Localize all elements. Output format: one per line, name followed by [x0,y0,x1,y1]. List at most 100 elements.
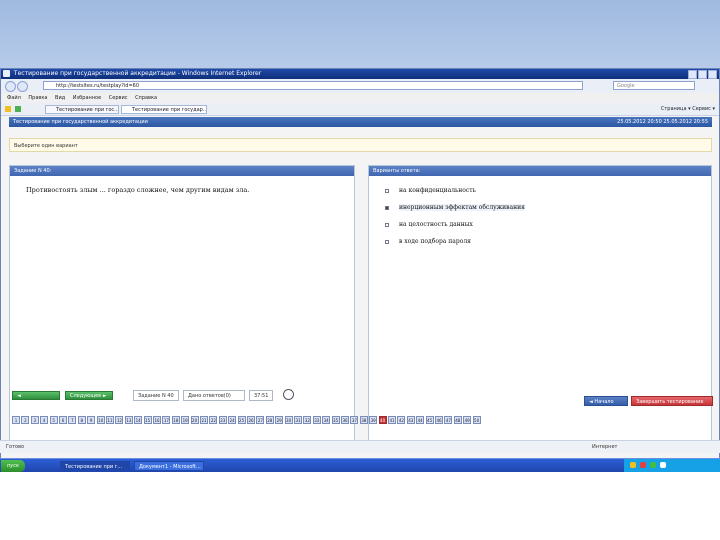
question-number-button[interactable]: 22 [209,416,218,424]
star-icon[interactable] [5,106,11,112]
question-number-button[interactable]: 19 [181,416,190,424]
answer-option[interactable]: на конфиденциальность [385,186,476,196]
question-number-button[interactable]: 15 [143,416,152,424]
tray-icon[interactable] [650,462,656,468]
answer-label: на целостность данных [399,221,473,228]
question-number-button[interactable]: 1 [12,416,20,424]
tray-icon[interactable] [660,462,666,468]
question-number-button[interactable]: 29 [275,416,284,424]
question-number-button[interactable]: 32 [303,416,312,424]
answer-option[interactable]: на целостность данных [385,220,473,230]
question-number-button[interactable]: 24 [228,416,237,424]
question-number-button[interactable]: 38 [359,416,368,424]
menu-tools[interactable]: Сервис [109,95,128,101]
taskbar-item[interactable]: Тестирование при г... [60,461,130,471]
ie-icon [3,70,10,77]
taskbar-item[interactable]: Документ1 - Microsoft... [134,461,204,471]
checkbox[interactable] [385,189,389,193]
question-number-button[interactable]: 45 [425,416,434,424]
question-number-button[interactable]: 20 [190,416,199,424]
tab-first[interactable]: Тестирование при гос... [45,105,119,114]
question-number-button[interactable]: 39 [369,416,378,424]
answer-option[interactable]: инерционным эффектам обслуживания [385,203,525,213]
answer-label: на конфиденциальность [399,187,476,194]
question-number-button[interactable]: 8 [77,416,86,424]
question-number-button[interactable]: 4 [40,416,49,424]
previous-button[interactable]: ◄ Предыдущее [12,391,60,408]
test-footer: ◄ Предыдущее Следующее ► Задание N 40 Да… [9,382,713,438]
system-tray [624,459,720,473]
question-number-button[interactable]: 18 [171,416,180,424]
add-favorite-icon[interactable] [15,106,21,112]
menu-file[interactable]: Файл [7,95,21,101]
question-number-button[interactable]: 11 [106,416,114,424]
question-number-button[interactable]: 50 [472,416,481,424]
menu-view[interactable]: Вид [55,95,65,101]
checkbox[interactable] [385,240,389,244]
question-number-button[interactable]: 17 [162,416,171,424]
checkbox-checked[interactable] [385,206,389,210]
page-tools-menu[interactable]: Страница ▾ Сервис ▾ [661,105,715,114]
finish-test-button[interactable]: Завершить тестирование [631,396,713,406]
maximize-button[interactable] [698,70,707,79]
question-number-button[interactable]: 31 [294,416,302,424]
test-title: Тестирование при государственной аккреди… [13,119,148,125]
question-number-button[interactable]: 25 [237,416,246,424]
menu-help[interactable]: Справка [135,95,157,101]
return-button[interactable]: ◄ Начало [584,396,628,406]
question-number-button[interactable]: 13 [124,416,133,424]
question-number-button[interactable]: 44 [416,416,425,424]
question-number-button[interactable]: 7 [68,416,77,424]
question-number-button[interactable]: 46 [435,416,443,424]
menu-favorites[interactable]: Избранное [73,95,101,101]
tray-icon[interactable] [640,462,646,468]
question-number-button[interactable]: 2 [21,416,30,424]
question-number-button[interactable]: 26 [247,416,255,424]
question-number-button[interactable]: 14 [134,416,143,424]
tab-active[interactable]: Тестирование при государ... [121,105,207,114]
menu-edit[interactable]: Правка [28,95,47,101]
question-number-button[interactable]: 33 [312,416,321,424]
question-number-button[interactable]: 16 [153,416,161,424]
question-number-button[interactable]: 12 [115,416,124,424]
next-button[interactable]: Следующее ► [65,391,113,400]
close-button[interactable] [708,70,717,79]
question-number-button[interactable]: 47 [444,416,453,424]
question-number-button[interactable]: 9 [87,416,96,424]
question-number-button[interactable]: 37 [350,416,359,424]
forward-icon[interactable] [17,81,28,92]
question-number-button[interactable]: 23 [218,416,227,424]
question-number-button[interactable]: 48 [453,416,462,424]
question-number-button[interactable]: 34 [322,416,331,424]
question-number-button[interactable]: 6 [59,416,67,424]
window-title: Тестирование при государственной аккреди… [13,70,262,77]
browser-window: Тестирование при государственной аккреди… [0,68,720,472]
question-number-button[interactable]: 43 [406,416,415,424]
question-number-button[interactable]: 28 [265,416,274,424]
minimize-button[interactable] [688,70,697,79]
question-title: Задание N 40: [10,166,354,176]
question-number-button[interactable]: 30 [284,416,293,424]
question-number-button[interactable]: 10 [96,416,105,424]
search-input[interactable]: Google [613,81,695,90]
tabs-bar: Тестирование при гос... Тестирование при… [1,103,719,116]
question-number-button[interactable]: 3 [30,416,39,424]
test-time: 25.05.2012 20:50 25.05.2012 20:55 [617,119,708,125]
back-icon[interactable] [5,81,16,92]
timer-box: 37:51 [249,390,273,401]
question-number-button[interactable]: 41 [388,416,396,424]
question-number-button[interactable]: 36 [341,416,349,424]
address-input[interactable]: http://testsites.ru/testplay?id=60 [43,81,583,90]
checkbox[interactable] [385,223,389,227]
question-number-button[interactable]: 42 [397,416,406,424]
question-number-button[interactable]: 49 [463,416,472,424]
question-number-list: 1 2 3 4 5 6 7 8 9 10 11 12 13 14 15 16 17 18 19 20 21 22 23 24 2… [12,416,492,426]
start-button[interactable]: пуск [1,460,25,472]
answer-option[interactable]: в ходе подбора пароля [385,237,471,247]
question-number-button[interactable]: 5 [49,416,58,424]
question-number-button[interactable]: 27 [256,416,265,424]
question-number-button[interactable]: 21 [200,416,208,424]
question-number-button[interactable]: 40 [378,416,387,424]
tray-icon[interactable] [630,462,636,468]
question-number-button[interactable]: 35 [331,416,340,424]
